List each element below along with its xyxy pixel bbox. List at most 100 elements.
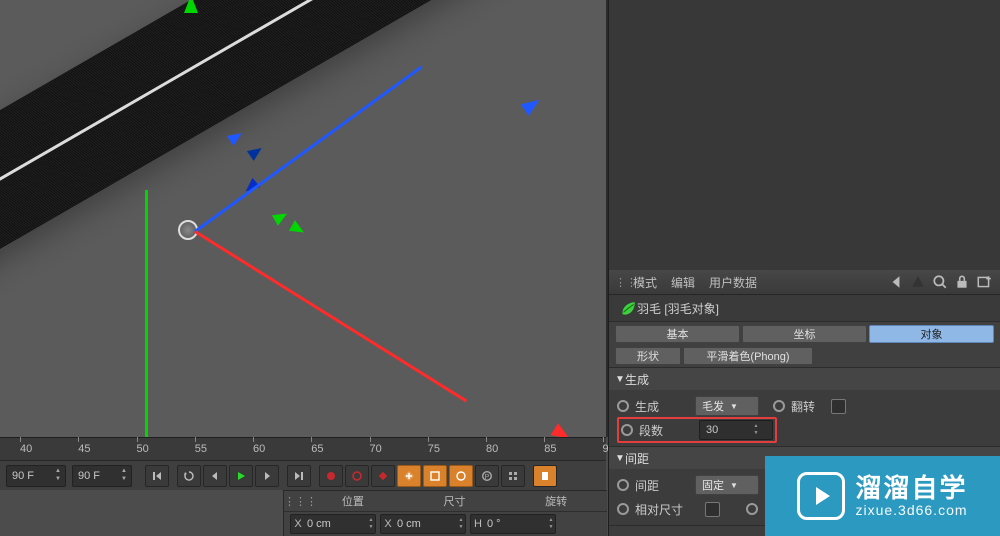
goto-end-button[interactable]	[287, 465, 311, 487]
axis-h-label: H	[471, 518, 485, 530]
x-axis[interactable]	[194, 230, 467, 402]
z-handle-small-icon[interactable]	[227, 128, 245, 146]
disclosure-triangle-icon: ▼	[615, 374, 625, 385]
size-header: 尺寸	[404, 493, 506, 509]
spinner[interactable]: ▲▼	[120, 468, 128, 484]
anim-dot[interactable]	[621, 424, 633, 436]
menu-mode[interactable]: 模式	[633, 274, 657, 291]
start-frame-field[interactable]: ▲▼	[6, 465, 66, 487]
new-window-icon[interactable]	[976, 274, 992, 290]
object-title-row: 羽毛 [羽毛对象]	[609, 295, 1000, 322]
spinner[interactable]: ▲▼	[367, 517, 375, 531]
loop-button[interactable]	[177, 465, 201, 487]
dist-value: 固定	[702, 477, 724, 493]
pos-x-field[interactable]: X ▲▼	[290, 514, 376, 534]
lock-icon[interactable]	[954, 274, 970, 290]
watermark: 溜溜自学 zixue.3d66.com	[765, 456, 1000, 536]
attribute-menubar: ⋮⋮⋮ 模式 编辑 用户数据	[609, 270, 1000, 295]
record-button[interactable]	[319, 465, 343, 487]
dist-dropdown[interactable]: 固定 ▼	[695, 475, 759, 495]
step-fwd-button[interactable]	[255, 465, 279, 487]
timeline-ruler[interactable]: 40 45 50 55 60 65 70 75 80 85 90	[0, 437, 606, 460]
tab-shape[interactable]: 形状	[615, 347, 681, 365]
rot-h-input[interactable]	[485, 517, 547, 531]
x-axis-arrowhead	[551, 423, 574, 437]
gen-dropdown[interactable]: 毛发 ▼	[695, 396, 759, 416]
size-x-input[interactable]	[395, 517, 457, 531]
spinner[interactable]: ▲▼	[752, 423, 760, 437]
pos-header: 位置	[302, 493, 404, 509]
z-handle-small-icon[interactable]	[247, 143, 265, 161]
rot-h-field[interactable]: H ▲▼	[470, 514, 556, 534]
green-handle-small-icon[interactable]	[289, 220, 307, 237]
autokey-button[interactable]	[345, 465, 369, 487]
chevron-down-icon: ▼	[730, 481, 738, 490]
menu-userdata[interactable]: 用户数据	[709, 274, 757, 291]
keyframe-button[interactable]	[371, 465, 395, 487]
spinner[interactable]: ▲▼	[457, 517, 465, 531]
pos-x-input[interactable]	[305, 517, 367, 531]
key-param-button[interactable]: P	[475, 465, 499, 487]
object-title: 羽毛 [羽毛对象]	[637, 300, 719, 317]
ruler-tick: 70	[370, 443, 382, 455]
rot-header: 旋转	[505, 493, 607, 509]
disclosure-triangle-icon: ▼	[615, 453, 625, 464]
leaf-icon	[619, 300, 637, 316]
nav-up-icon[interactable]	[910, 274, 926, 290]
ruler-tick: 45	[78, 443, 90, 455]
anim-dot[interactable]	[617, 479, 629, 491]
key-scale-button[interactable]	[423, 465, 447, 487]
size-x-field[interactable]: X ▲▼	[380, 514, 466, 534]
end-frame-field[interactable]: ▲▼	[72, 465, 132, 487]
viewport[interactable]	[0, 0, 608, 437]
anim-dot[interactable]	[617, 503, 629, 515]
ruler-tick: 80	[486, 443, 498, 455]
section-title: 间距	[625, 450, 649, 467]
pivot-handle[interactable]	[178, 220, 198, 240]
anim-dot[interactable]	[617, 400, 629, 412]
seg-label: 段数	[639, 422, 699, 439]
coordinates-panel: ⋮⋮⋮ 位置 尺寸 旋转 X ▲▼ X ▲▼ H ▲▼	[283, 490, 607, 536]
key-pos-button[interactable]	[397, 465, 421, 487]
ruler-tick: 40	[20, 443, 32, 455]
spinner[interactable]: ▲▼	[54, 468, 62, 484]
anim-dot[interactable]	[746, 503, 758, 515]
segments-input[interactable]	[704, 423, 752, 437]
spinner[interactable]: ▲▼	[547, 517, 555, 531]
flip-label: 翻转	[791, 398, 831, 415]
section-header-generate[interactable]: ▼ 生成	[609, 368, 1000, 390]
dist-label: 间距	[635, 477, 695, 494]
watermark-en: zixue.3d66.com	[855, 503, 967, 518]
play-button[interactable]	[229, 465, 253, 487]
flip-checkbox[interactable]	[831, 399, 846, 414]
svg-text:P: P	[485, 474, 490, 481]
key-rot-button[interactable]	[449, 465, 473, 487]
tab-basic[interactable]: 基本	[615, 325, 740, 343]
grip-icon[interactable]: ⋮⋮⋮	[615, 276, 633, 289]
ruler-tick: 85	[544, 443, 556, 455]
nav-back-icon[interactable]	[888, 274, 904, 290]
z-axis-arrowhead	[521, 94, 544, 116]
tab-object[interactable]: 对象	[869, 325, 994, 343]
end-frame-input[interactable]	[76, 469, 120, 483]
anim-dot[interactable]	[773, 400, 785, 412]
object-manager[interactable]	[608, 0, 1000, 272]
rel-checkbox[interactable]	[705, 502, 720, 517]
transport-bar: ▲▼ ▲▼ P	[0, 460, 606, 490]
marker-button[interactable]	[533, 465, 557, 487]
tab-phong[interactable]: 平滑着色(Phong)	[683, 347, 813, 365]
axis-x-label: X	[291, 518, 305, 530]
tab-coord[interactable]: 坐标	[742, 325, 867, 343]
grip-icon[interactable]: ⋮⋮⋮	[284, 495, 302, 508]
y-axis-arrowhead	[184, 0, 198, 13]
key-options-button[interactable]	[501, 465, 525, 487]
step-back-button[interactable]	[203, 465, 227, 487]
z-handle-small-icon[interactable]	[242, 178, 260, 196]
green-handle-small-icon[interactable]	[272, 208, 290, 225]
segments-field[interactable]: ▲▼	[699, 420, 773, 440]
y-axis[interactable]	[145, 190, 148, 437]
start-frame-input[interactable]	[10, 469, 54, 483]
goto-start-button[interactable]	[145, 465, 169, 487]
menu-edit[interactable]: 编辑	[671, 274, 695, 291]
search-icon[interactable]	[932, 274, 948, 290]
